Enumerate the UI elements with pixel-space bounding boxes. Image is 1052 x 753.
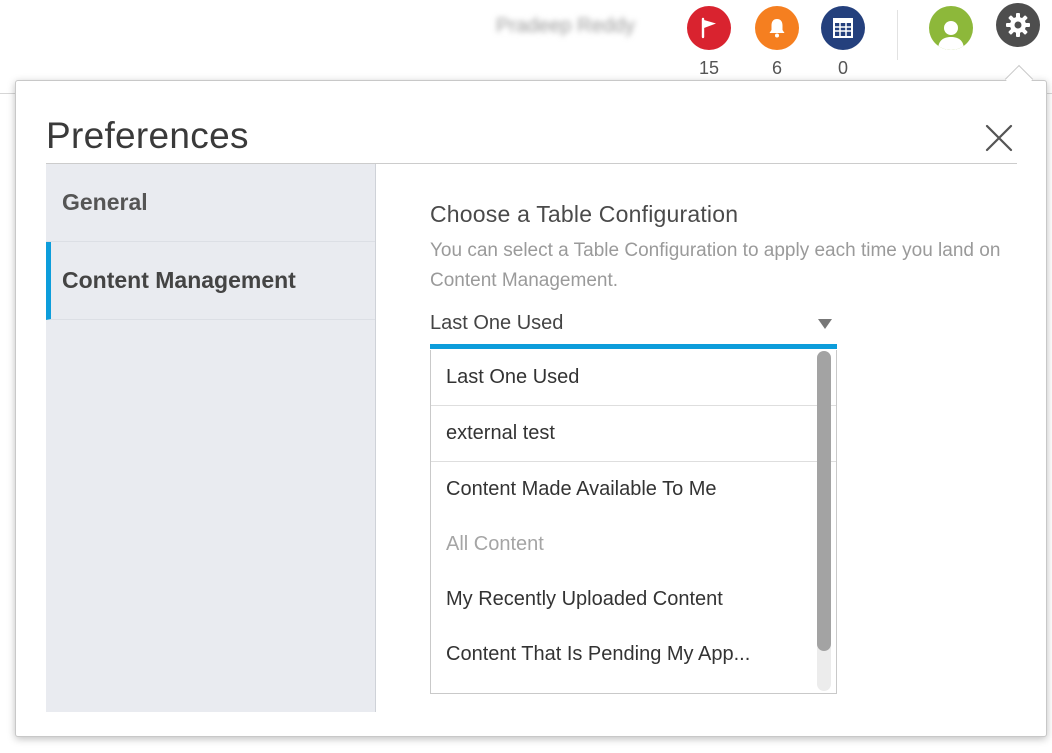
option-label: Content That Is Pending My App... (446, 643, 751, 665)
option-content-pending-my-approval[interactable]: Content That Is Pending My App... (431, 627, 836, 682)
preferences-dialog: Preferences General Content Management C… (15, 64, 1047, 737)
user-name[interactable]: Pradeep Reddy (496, 15, 635, 38)
close-icon (985, 124, 1013, 152)
alerts-count: 6 (771, 58, 782, 78)
sidebar-item-label: Content Management (62, 267, 296, 293)
settings-button[interactable] (996, 3, 1040, 47)
dialog-title: Preferences (46, 115, 249, 156)
option-content-made-available-to-me[interactable]: Content Made Available To Me (431, 462, 836, 517)
option-label: external test (446, 422, 555, 444)
divider (897, 10, 898, 60)
selected-value: Last One Used (430, 312, 564, 334)
dropdown-arrow-icon (818, 319, 832, 329)
select-focus-underline (430, 344, 837, 349)
option-label: Content Made Available To Me (446, 478, 717, 500)
option-my-recently-uploaded-content[interactable]: My Recently Uploaded Content (431, 572, 836, 627)
section-description: You can select a Table Configuration to … (430, 240, 1001, 291)
alerts-notification[interactable]: 6 (755, 6, 799, 78)
gear-icon (1006, 13, 1030, 37)
tasks-notification[interactable]: 0 (821, 6, 865, 78)
bell-icon[interactable] (755, 6, 799, 50)
flag-icon[interactable] (687, 6, 731, 50)
flags-notification[interactable]: 15 (687, 6, 731, 78)
preferences-sidebar: General Content Management (46, 164, 376, 712)
calendar-grid-icon[interactable] (821, 6, 865, 50)
option-label: Last One Used (446, 366, 580, 388)
avatar[interactable] (929, 6, 973, 50)
option-all-content: All Content (431, 517, 836, 572)
close-button[interactable] (982, 121, 1016, 155)
section-title: Choose a Table Configuration (430, 201, 739, 227)
option-label: My Recently Uploaded Content (446, 588, 723, 610)
table-configuration-select[interactable]: Last One Used (430, 306, 837, 350)
table-configuration-options: Last One Used external test Content Made… (430, 350, 837, 694)
option-last-one-used[interactable]: Last One Used (431, 350, 836, 406)
sidebar-item-general[interactable]: General (46, 164, 375, 242)
content-panel: Choose a Table Configuration You can sel… (430, 201, 1030, 296)
sidebar-item-content-management[interactable]: Content Management (46, 242, 375, 320)
scrollbar-thumb[interactable] (817, 351, 831, 651)
option-label: All Content (446, 533, 544, 555)
user-icon (938, 21, 964, 50)
sidebar-item-label: General (62, 189, 148, 215)
option-external-test[interactable]: external test (431, 406, 836, 462)
flags-count: 15 (698, 58, 720, 78)
tasks-count: 0 (837, 58, 848, 78)
